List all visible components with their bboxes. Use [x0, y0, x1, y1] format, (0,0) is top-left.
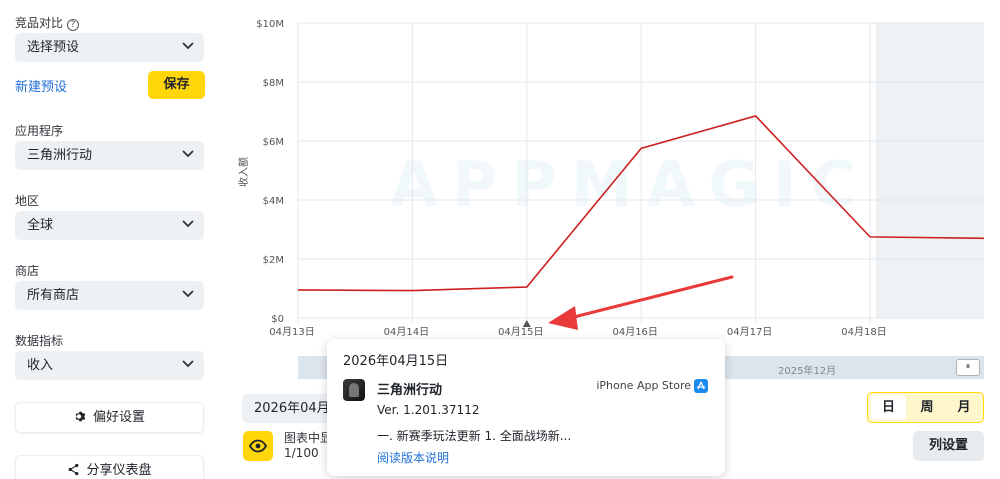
y-tick-label: $2M — [263, 255, 284, 266]
metric-label: 数据指标 — [15, 334, 64, 348]
timeline-month-label: 2025年12月 — [778, 366, 837, 377]
app-store-icon — [694, 379, 708, 393]
share-dashboard-button[interactable]: 分享仪表盘 — [15, 455, 204, 479]
y-tick-label: $0 — [271, 314, 284, 325]
scroll-handle-icon[interactable]: ⏸ — [956, 359, 980, 376]
preset-select[interactable]: 选择预设 — [15, 33, 204, 62]
chevron-down-icon — [182, 150, 194, 158]
y-tick-label: $6M — [263, 137, 284, 148]
new-preset-link[interactable]: 新建预设 — [15, 76, 67, 95]
granularity-day[interactable]: 日 — [871, 395, 906, 420]
x-tick-label: 04月14日 — [384, 326, 429, 338]
x-tick-label: 04月15日 — [498, 326, 543, 338]
read-release-notes-link[interactable]: 阅读版本说明 — [377, 449, 449, 466]
app-icon — [343, 379, 365, 401]
granularity-month[interactable]: 月 — [945, 393, 983, 422]
y-axis-label: 收入额 — [237, 157, 250, 187]
x-tick-label: 04月17日 — [727, 326, 772, 338]
visibility-toggle[interactable] — [243, 431, 273, 461]
store-select[interactable]: 所有商店 — [15, 281, 204, 310]
help-icon[interactable]: ? — [67, 19, 80, 31]
tooltip-store: iPhone App Store — [596, 379, 691, 392]
chevron-down-icon — [182, 42, 194, 50]
x-tick-label: 04月13日 — [269, 326, 314, 338]
granularity-toggle: 日 周 月 — [867, 392, 984, 423]
column-settings-button[interactable]: 列设置 — [913, 431, 984, 461]
future-region — [875, 23, 984, 318]
gear-icon — [75, 411, 86, 422]
version-tooltip: 2026年04月15日 三角洲行动 iPhone App Store Ver. … — [327, 339, 725, 476]
save-button[interactable]: 保存 — [148, 71, 205, 99]
store-label: 商店 — [15, 264, 40, 278]
revenue-chart: APPMAGIC $0 $2M $4M $6M $8M $10M 04月13日 04月14日 0… — [230, 0, 1000, 340]
y-tick-label: $4M — [263, 196, 284, 207]
app-select[interactable]: 三角洲行动 — [15, 141, 204, 170]
chevron-down-icon — [182, 290, 194, 298]
competitor-compare-label: 竞品对比? — [15, 14, 80, 31]
y-tick-label: $8M — [263, 78, 284, 89]
share-icon — [69, 463, 79, 476]
app-label: 应用程序 — [15, 124, 64, 138]
x-tick-label: 04月18日 — [841, 326, 886, 338]
tooltip-app-name: 三角洲行动 — [377, 383, 443, 398]
region-select[interactable]: 全球 — [15, 211, 204, 240]
sidebar: 竞品对比? 选择预设 新建预设 保存 应用程序 三角洲行动 地区 全球 商店 所… — [0, 0, 220, 479]
tooltip-date: 2026年04月15日 — [343, 354, 449, 369]
region-label: 地区 — [15, 194, 40, 208]
version-marker-icon — [522, 320, 531, 327]
chevron-down-icon — [182, 360, 194, 368]
revenue-chart-svg[interactable]: $0 $2M $4M $6M $8M $10M 04月13日 04月14日 04月15日 04月1… — [230, 0, 1000, 340]
granularity-week[interactable]: 周 — [908, 393, 946, 422]
tooltip-release-note: 一. 新赛季玩法更新 1. 全面战场新... — [377, 429, 572, 443]
x-tick-label: 04月16日 — [612, 326, 657, 338]
preferences-button[interactable]: 偏好设置 — [15, 402, 204, 433]
y-tick-label: $10M — [256, 19, 284, 30]
tooltip-version: Ver. 1.201.37112 — [377, 403, 480, 417]
date-range-select[interactable]: 2026年04月1 — [242, 394, 334, 423]
chart-info: 图表中显 1/100 — [284, 431, 333, 460]
metric-select[interactable]: 收入 — [15, 351, 204, 380]
chevron-down-icon — [182, 220, 194, 228]
eye-icon — [249, 439, 267, 453]
